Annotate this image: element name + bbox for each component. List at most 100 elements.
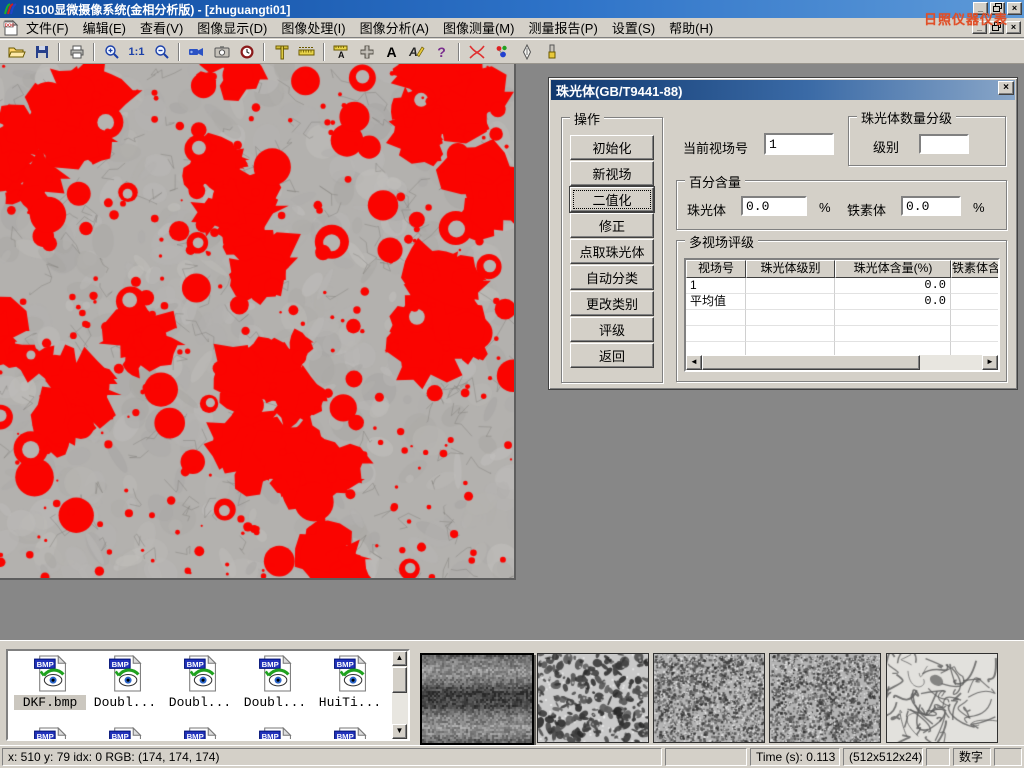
new-field-button[interactable]: 新视场 [570, 161, 654, 186]
ruler-measure-button[interactable] [294, 41, 319, 63]
dialog-title-bar[interactable]: 珠光体(GB/T9441-88) [551, 80, 1015, 100]
file-item-partial[interactable] [164, 727, 236, 741]
file-item[interactable]: HuiTi... [314, 655, 386, 710]
file-item-partial[interactable] [314, 727, 386, 741]
thumbnail-1[interactable] [420, 653, 534, 745]
file-item[interactable]: DKF.bmp [14, 655, 86, 710]
ferrite-percent-input[interactable] [901, 196, 961, 216]
header-pearlite-grade[interactable]: 珠光体级别 [746, 260, 835, 278]
menu-image-analysis[interactable]: 图像分析(A) [353, 16, 436, 39]
scroll-thumb[interactable] [392, 667, 407, 693]
video-capture-button[interactable] [184, 41, 209, 63]
text-annotation-button[interactable]: A [379, 41, 404, 63]
change-class-button[interactable]: 更改类别 [570, 291, 654, 316]
pick-pearlite-button[interactable]: 点取珠光体 [570, 239, 654, 264]
thumbnail-3[interactable] [653, 653, 765, 743]
scroll-right-button[interactable]: ► [982, 355, 998, 370]
scroll-down-button[interactable]: ▼ [392, 724, 407, 739]
menu-settings[interactable]: 设置(S) [605, 16, 662, 39]
file-list-scrollbar[interactable]: ▲ ▼ [392, 651, 408, 739]
table-horizontal-scrollbar[interactable]: ◄ ► [686, 355, 998, 370]
rating-table: 视场号 珠光体级别 珠光体含量(%) 铁素体含量(%) 1 0.0 [684, 258, 1000, 372]
grade-input[interactable] [919, 134, 969, 154]
caliper-measure-button[interactable] [269, 41, 294, 63]
erase-curve-button[interactable] [464, 41, 489, 63]
scroll-left-button[interactable]: ◄ [686, 355, 702, 370]
current-field-input[interactable] [764, 133, 834, 155]
menu-bar: DOC 文件(F) 编辑(E) 查看(V) 图像显示(D) 图像处理(I) 图像… [0, 18, 1024, 38]
pen-tool-button[interactable] [514, 41, 539, 63]
label-measure-button[interactable]: A [329, 41, 354, 63]
file-name[interactable]: Doubl... [164, 695, 236, 710]
thumbnail-5[interactable] [886, 653, 998, 743]
grade-group-label: 珠光体数量分级 [857, 108, 956, 127]
file-item-partial[interactable] [14, 727, 86, 741]
edit-annotation-button[interactable]: A [404, 41, 429, 63]
save-button[interactable] [29, 41, 54, 63]
zoom-out-button[interactable] [149, 41, 174, 63]
thumbnail-4[interactable] [769, 653, 881, 743]
scroll-up-button[interactable]: ▲ [392, 651, 407, 666]
file-item-partial[interactable] [239, 727, 311, 741]
header-field-no[interactable]: 视场号 [686, 260, 746, 278]
child-minimize-button[interactable]: _ [972, 21, 987, 34]
file-name[interactable]: HuiTi... [314, 695, 386, 710]
header-pearlite-content[interactable]: 珠光体含量(%) [835, 260, 951, 278]
table-row[interactable]: 平均值 0.0 [686, 294, 998, 310]
menu-help[interactable]: 帮助(H) [662, 16, 720, 39]
timer-button[interactable] [234, 41, 259, 63]
close-button[interactable]: × [1007, 2, 1022, 15]
open-file-icon [8, 44, 26, 60]
child-close-button[interactable]: × [1006, 21, 1021, 34]
table-row[interactable]: 1 0.0 [686, 278, 998, 294]
print-icon [69, 44, 85, 60]
percent-group: 百分含量 珠光体 % 铁素体 % [676, 180, 1007, 230]
file-name[interactable]: DKF.bmp [14, 695, 86, 710]
menu-view[interactable]: 查看(V) [133, 16, 190, 39]
file-item[interactable]: Doubl... [239, 655, 311, 710]
rate-button[interactable]: 评级 [570, 317, 654, 342]
correct-button[interactable]: 修正 [570, 213, 654, 238]
binarize-button[interactable]: 二值化 [570, 187, 654, 212]
status-bar: x: 510 y: 79 idx: 0 RGB: (174, 174, 174)… [0, 745, 1024, 768]
metallograph-image[interactable] [0, 64, 516, 580]
camera-capture-button[interactable] [209, 41, 234, 63]
pearlite-percent-input[interactable] [741, 196, 807, 216]
file-item[interactable]: Doubl... [164, 655, 236, 710]
thumbnail-2[interactable] [537, 653, 649, 743]
open-file-button[interactable] [4, 41, 29, 63]
file-name[interactable]: Doubl... [89, 695, 161, 710]
menu-image-processing[interactable]: 图像处理(I) [274, 16, 352, 39]
menu-file[interactable]: 文件(F) [19, 16, 76, 39]
document-icon[interactable]: DOC [3, 20, 19, 36]
restore-button[interactable] [990, 2, 1005, 15]
file-browser[interactable]: DKF.bmp Doubl... Doubl... Doubl... HuiTi… [6, 649, 410, 741]
minimize-button[interactable]: _ [973, 2, 988, 15]
cell-grade [746, 294, 835, 310]
bmp-file-icon [32, 727, 68, 741]
bmp-file-icon [257, 727, 293, 741]
file-item-partial[interactable] [89, 727, 161, 741]
menu-edit[interactable]: 编辑(E) [76, 16, 133, 39]
return-button[interactable]: 返回 [570, 343, 654, 368]
grid-tool-button[interactable] [354, 41, 379, 63]
menu-measure-report[interactable]: 测量报告(P) [521, 16, 604, 39]
child-restore-button[interactable] [989, 21, 1004, 34]
phase-color-button[interactable] [489, 41, 514, 63]
file-item[interactable]: Doubl... [89, 655, 161, 710]
menu-image-display[interactable]: 图像显示(D) [190, 16, 274, 39]
bmp-file-icon [182, 655, 218, 692]
menu-image-measure[interactable]: 图像测量(M) [436, 16, 522, 39]
brush-tool-button[interactable] [539, 41, 564, 63]
auto-classify-button[interactable]: 自动分类 [570, 265, 654, 290]
initialize-button[interactable]: 初始化 [570, 135, 654, 160]
help-button[interactable]: ? [429, 41, 454, 63]
actual-size-button[interactable]: 1:1 [124, 41, 149, 63]
dialog-close-button[interactable]: × [998, 81, 1014, 95]
zoom-in-button[interactable] [99, 41, 124, 63]
scroll-thumb[interactable] [702, 355, 920, 370]
caliper-icon [274, 44, 290, 60]
header-ferrite-content[interactable]: 铁素体含量(%) [951, 260, 1000, 278]
file-name[interactable]: Doubl... [239, 695, 311, 710]
print-button[interactable] [64, 41, 89, 63]
